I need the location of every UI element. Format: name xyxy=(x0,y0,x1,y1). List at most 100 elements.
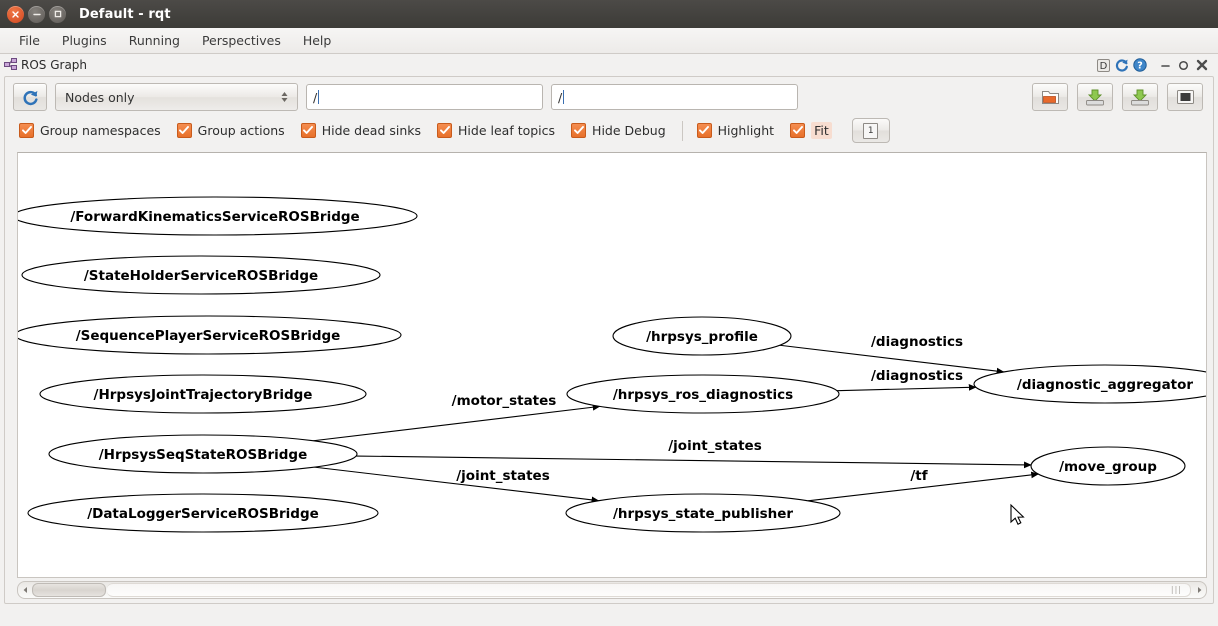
graph-node-label: /hrpsys_state_publisher xyxy=(613,506,793,522)
help-icon[interactable]: ? xyxy=(1132,58,1147,73)
node-filter-input[interactable]: / xyxy=(551,84,798,110)
panel-close-icon[interactable] xyxy=(1194,58,1209,73)
menu-item-file[interactable]: File xyxy=(8,30,51,51)
checkbox-highlight[interactable]: Highlight xyxy=(697,123,774,138)
graph-node-label: /HrpsysJointTrajectoryBridge xyxy=(94,387,313,403)
options-divider xyxy=(682,121,683,141)
graph-edges: /diagnostics/diagnostics/motor_states/jo… xyxy=(313,334,1038,501)
scrollbar-grip-icon: ||| xyxy=(1171,587,1182,593)
window-close-button[interactable] xyxy=(7,6,24,23)
graph-edge-label: /joint_states xyxy=(668,438,762,454)
save-dot-button[interactable] xyxy=(1077,83,1113,111)
graph-node[interactable]: /SequencePlayerServiceROSBridge xyxy=(18,316,401,354)
checkbox-hide-debug[interactable]: Hide Debug xyxy=(571,123,666,138)
graph-svg: /diagnostics/diagnostics/motor_states/jo… xyxy=(18,153,1207,573)
checkbox-label: Group actions xyxy=(198,123,285,138)
topic-filter-input[interactable]: / xyxy=(306,84,543,110)
checkbox-label: Hide dead sinks xyxy=(322,123,421,138)
graph-node[interactable]: /hrpsys_ros_diagnostics xyxy=(567,375,839,413)
graph-node-label: /hrpsys_profile xyxy=(646,329,758,345)
mouse-cursor xyxy=(1011,505,1023,524)
graph-nodes: /ForwardKinematicsServiceROSBridge/State… xyxy=(18,197,1207,532)
graph-edge xyxy=(313,406,599,440)
checkmark-icon xyxy=(790,123,805,138)
scrollbar-thumb[interactable] xyxy=(32,583,106,597)
graph-edge-label: /motor_states xyxy=(452,393,557,409)
save-image-button[interactable] xyxy=(1167,83,1203,111)
checkbox-label: Highlight xyxy=(718,123,774,138)
menu-item-perspectives[interactable]: Perspectives xyxy=(191,30,292,51)
window-maximize-button[interactable] xyxy=(49,6,66,23)
panel-minimize-icon[interactable] xyxy=(1158,58,1173,73)
refresh-button[interactable] xyxy=(13,83,47,111)
checkbox-fit[interactable]: Fit xyxy=(790,122,832,139)
checkmark-icon xyxy=(19,123,34,138)
graph-type-combo[interactable]: Nodes only xyxy=(55,83,298,111)
graph-node[interactable]: /move_group xyxy=(1031,447,1185,485)
graph-options-row: Group namespaces Group actions Hide dead… xyxy=(5,111,1213,150)
rqt-window: Default - rqt File Plugins Running Persp… xyxy=(0,0,1218,626)
graph-node[interactable]: /DataLoggerServiceROSBridge xyxy=(28,494,378,532)
ros-graph-plugin: Nodes only / / xyxy=(4,76,1214,604)
checkbox-group-actions[interactable]: Group actions xyxy=(177,123,285,138)
graph-node-label: /StateHolderServiceROSBridge xyxy=(84,268,318,284)
window-minimize-button[interactable] xyxy=(28,6,45,23)
graph-toolbar: Nodes only / / xyxy=(5,77,1213,111)
checkbox-hide-dead-sinks[interactable]: Hide dead sinks xyxy=(301,123,421,138)
node-filter-value: / xyxy=(558,90,562,105)
checkmark-icon xyxy=(301,123,316,138)
status-strip xyxy=(0,608,1218,626)
scroll-right-arrow-icon[interactable] xyxy=(1192,583,1206,597)
graph-node[interactable]: /hrpsys_profile xyxy=(613,317,791,355)
graph-export-buttons xyxy=(1032,83,1207,111)
scrollbar-track[interactable]: ||| xyxy=(107,583,1191,597)
checkbox-label: Group namespaces xyxy=(40,123,161,138)
checkmark-icon xyxy=(437,123,452,138)
reload-icon[interactable] xyxy=(1114,58,1129,73)
text-caret xyxy=(563,90,564,104)
graph-node[interactable]: /StateHolderServiceROSBridge xyxy=(22,256,380,294)
scroll-left-arrow-icon[interactable] xyxy=(18,583,32,597)
title-bar: Default - rqt xyxy=(0,0,1218,28)
graph-edge xyxy=(356,456,1031,465)
checkbox-hide-leaf-topics[interactable]: Hide leaf topics xyxy=(437,123,555,138)
window-buttons xyxy=(7,6,66,23)
graph-edge xyxy=(837,387,976,390)
save-svg-button[interactable] xyxy=(1122,83,1158,111)
graph-node-label: /ForwardKinematicsServiceROSBridge xyxy=(70,209,359,225)
graph-node[interactable]: /ForwardKinematicsServiceROSBridge xyxy=(18,197,417,235)
svg-text:?: ? xyxy=(1137,61,1143,72)
graph-edge-label: /joint_states xyxy=(456,468,550,484)
menu-item-help[interactable]: Help xyxy=(292,30,343,51)
graph-node-label: /SequencePlayerServiceROSBridge xyxy=(76,328,341,344)
checkbox-label: Hide leaf topics xyxy=(458,123,555,138)
graph-node[interactable]: /HrpsysSeqStateROSBridge xyxy=(49,435,357,473)
dock-icon[interactable]: D xyxy=(1096,58,1111,73)
checkmark-icon xyxy=(177,123,192,138)
panel-maximize-icon[interactable] xyxy=(1176,58,1191,73)
menu-item-plugins[interactable]: Plugins xyxy=(51,30,118,51)
combo-spinner-icon[interactable] xyxy=(280,89,293,105)
plugin-panel-header: ROS Graph D ? xyxy=(0,54,1218,76)
menu-bar: File Plugins Running Perspectives Help xyxy=(0,28,1218,54)
menu-item-running[interactable]: Running xyxy=(118,30,191,51)
graph-node-label: /HrpsysSeqStateROSBridge xyxy=(99,447,308,463)
ros-graph-icon xyxy=(4,56,18,75)
window-title: Default - rqt xyxy=(79,7,171,22)
plugin-panel-title: ROS Graph xyxy=(21,58,87,72)
zoom-reset-button[interactable]: 1 xyxy=(852,118,890,143)
checkmark-icon xyxy=(697,123,712,138)
graph-node-label: /move_group xyxy=(1059,459,1157,475)
load-dot-button[interactable] xyxy=(1032,83,1068,111)
graph-node[interactable]: /hrpsys_state_publisher xyxy=(566,494,840,532)
graph-node-label: /diagnostic_aggregator xyxy=(1017,377,1194,393)
graph-node[interactable]: /HrpsysJointTrajectoryBridge xyxy=(40,375,366,413)
zoom-reset-label: 1 xyxy=(863,123,878,139)
checkbox-label: Fit xyxy=(811,122,832,139)
graph-node[interactable]: /diagnostic_aggregator xyxy=(974,365,1207,403)
svg-text:D: D xyxy=(1100,61,1108,72)
checkbox-group-namespaces[interactable]: Group namespaces xyxy=(19,123,161,138)
graph-canvas[interactable]: /diagnostics/diagnostics/motor_states/jo… xyxy=(17,152,1207,578)
graph-node-label: /hrpsys_ros_diagnostics xyxy=(613,387,793,403)
horizontal-scrollbar[interactable]: ||| xyxy=(17,581,1207,599)
